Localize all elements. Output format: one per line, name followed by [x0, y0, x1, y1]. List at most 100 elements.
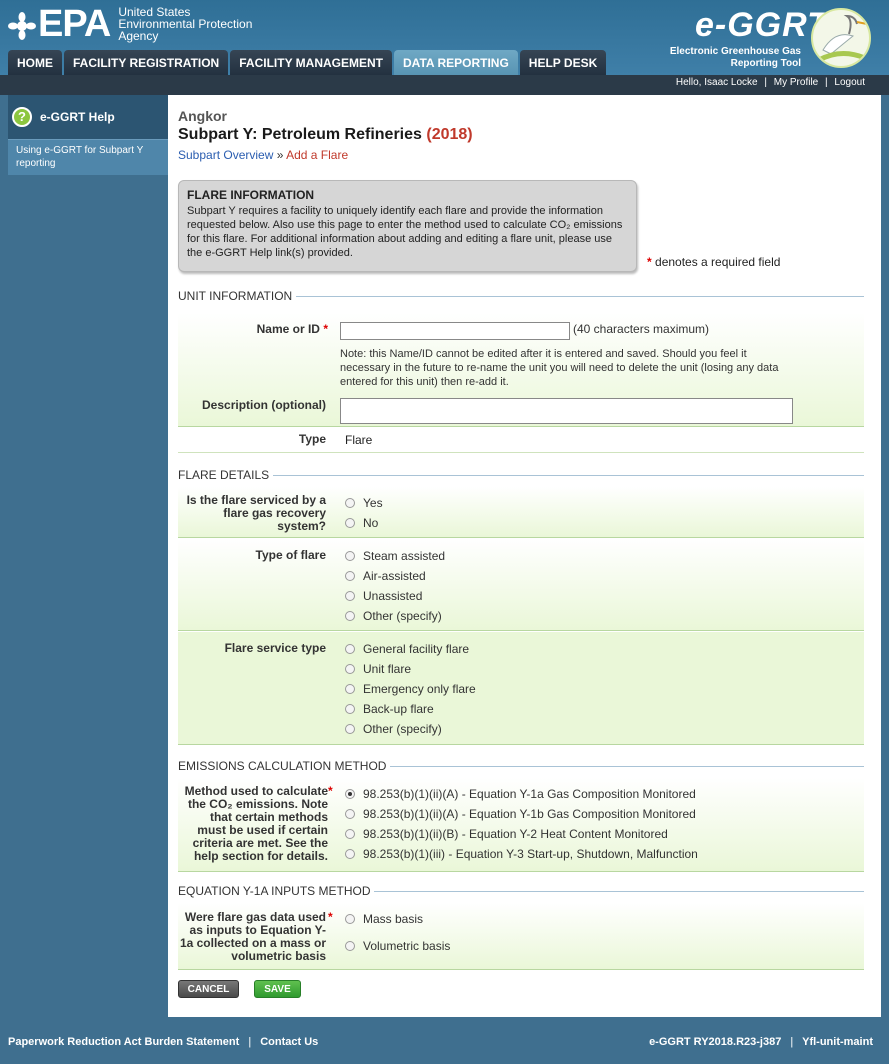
option-label: Unassisted	[363, 589, 423, 603]
name-hint: (40 characters maximum)	[573, 322, 710, 336]
epa-text: EPA	[38, 3, 111, 45]
flare-type-other[interactable]: Other (specify)	[345, 608, 442, 624]
flare-recovery-row: Is the flare serviced by a flare gas rec…	[178, 487, 864, 538]
flare-type-label: Type of flare	[255, 548, 326, 562]
method-option-y1a[interactable]: 98.253(b)(1)(ii)(A) - Equation Y-1a Gas …	[345, 786, 696, 802]
required-star-icon: *	[328, 910, 333, 924]
page-id-text: Yfl-unit-maint	[802, 1036, 873, 1048]
radio-button[interactable]	[345, 644, 355, 654]
option-label: General facility flare	[363, 642, 470, 656]
eggrt-wordmark: e-GGRT	[695, 6, 829, 44]
description-input[interactable]	[340, 398, 793, 424]
epa-logo[interactable]: EPA United States Environmental Protecti…	[8, 3, 252, 45]
radio-button-selected[interactable]	[345, 789, 355, 799]
basis-option-volumetric[interactable]: Volumetric basis	[345, 938, 450, 954]
name-note: Note: this Name/ID cannot be edited afte…	[340, 348, 779, 388]
tab-data-reporting[interactable]: DATA REPORTING	[394, 50, 518, 75]
recovery-option-yes[interactable]: Yes	[345, 495, 383, 511]
contact-us-link[interactable]: Contact Us	[260, 1036, 318, 1048]
radio-button[interactable]	[345, 684, 355, 694]
agency-name: United States Environmental Protection A…	[118, 6, 252, 42]
required-note-text: denotes a required field	[655, 255, 781, 269]
eggrt-logo[interactable]: e-GGRT Electronic Greenhouse Gas Reporti…	[661, 6, 871, 72]
cancel-button[interactable]: CANCEL	[178, 980, 239, 998]
required-star-icon: *	[323, 322, 328, 336]
help-header: ? e-GGRT Help	[8, 95, 168, 139]
radio-button[interactable]	[345, 914, 355, 924]
description-label: Description (optional)	[202, 398, 326, 412]
radio-button[interactable]	[345, 941, 355, 951]
radio-button[interactable]	[345, 611, 355, 621]
service-backup[interactable]: Back-up flare	[345, 701, 434, 717]
service-general[interactable]: General facility flare	[345, 641, 469, 657]
logout-link[interactable]: Logout	[834, 77, 865, 88]
breadcrumb-current: Add a Flare	[286, 148, 349, 162]
section-unit-information: UNIT INFORMATION	[178, 289, 864, 303]
burden-statement-link[interactable]: Paperwork Reduction Act Burden Statement	[8, 1036, 239, 1048]
option-label: Other (specify)	[363, 722, 442, 736]
egret-bird-icon	[811, 8, 871, 68]
eggrt-subtitle-line-1: Electronic Greenhouse Gas	[669, 46, 801, 57]
radio-button[interactable]	[345, 591, 355, 601]
flare-service-label: Flare service type	[224, 641, 326, 655]
service-unit[interactable]: Unit flare	[345, 661, 411, 677]
my-profile-link[interactable]: My Profile	[774, 77, 818, 88]
help-link-subpart-y[interactable]: Using e-GGRT for Subpart Y reporting	[8, 139, 168, 175]
radio-button[interactable]	[345, 664, 355, 674]
flare-type-air[interactable]: Air-assisted	[345, 568, 426, 584]
radio-button[interactable]	[345, 829, 355, 839]
method-option-y1b[interactable]: 98.253(b)(1)(ii)(A) - Equation Y-1b Gas …	[345, 806, 696, 822]
option-label: Air-assisted	[363, 569, 426, 583]
help-title: e-GGRT Help	[40, 110, 115, 124]
radio-button[interactable]	[345, 724, 355, 734]
breadcrumb-subpart-overview[interactable]: Subpart Overview	[178, 148, 273, 162]
tab-facility-management[interactable]: FACILITY MANAGEMENT	[230, 50, 393, 75]
user-bar: Hello, Isaac Locke | My Profile | Logout	[0, 75, 889, 95]
method-option-y3[interactable]: 98.253(b)(1)(iii) - Equation Y-3 Start-u…	[345, 846, 698, 862]
option-label: Other (specify)	[363, 609, 442, 623]
epa-wordmark: EPA	[8, 3, 111, 45]
save-button[interactable]: SAVE	[254, 980, 301, 998]
service-other[interactable]: Other (specify)	[345, 721, 442, 737]
radio-button[interactable]	[345, 518, 355, 528]
basis-option-mass[interactable]: Mass basis	[345, 911, 423, 927]
radio-button[interactable]	[345, 704, 355, 714]
tab-facility-registration[interactable]: FACILITY REGISTRATION	[64, 50, 229, 75]
equation-basis-row: Were flare gas data used as inputs to Eq…	[178, 903, 864, 970]
tab-home[interactable]: HOME	[8, 50, 62, 75]
main-content: Angkor Subpart Y: Petroleum Refineries (…	[168, 95, 881, 1017]
radio-button[interactable]	[345, 849, 355, 859]
flare-type-unassisted[interactable]: Unassisted	[345, 588, 422, 604]
site-footer: Paperwork Reduction Act Burden Statement…	[0, 1028, 889, 1056]
separator: |	[764, 77, 767, 88]
option-label: 98.253(b)(1)(iii) - Equation Y-3 Start-u…	[363, 847, 698, 861]
unit-name-row: Name or ID * (40 characters maximum) Not…	[178, 313, 864, 427]
page-title-text: Subpart Y: Petroleum Refineries	[178, 126, 422, 143]
radio-button[interactable]	[345, 809, 355, 819]
recovery-option-no[interactable]: No	[345, 515, 378, 531]
site-header: EPA United States Environmental Protecti…	[0, 0, 889, 75]
main-nav-tabs: HOME FACILITY REGISTRATION FACILITY MANA…	[8, 50, 608, 75]
flare-recovery-label: Is the flare serviced by a flare gas rec…	[186, 493, 326, 533]
radio-button[interactable]	[345, 498, 355, 508]
radio-button[interactable]	[345, 571, 355, 581]
section-title: EMISSIONS CALCULATION METHOD	[178, 759, 391, 773]
separator: |	[248, 1036, 252, 1048]
option-label: Yes	[363, 496, 383, 510]
option-label: 98.253(b)(1)(ii)(A) - Equation Y-1b Gas …	[363, 807, 696, 821]
option-label: Steam assisted	[363, 549, 446, 563]
option-label: Unit flare	[363, 662, 412, 676]
flare-service-row: Flare service type General facility flar…	[178, 632, 864, 745]
service-emergency[interactable]: Emergency only flare	[345, 681, 476, 697]
required-star-icon: *	[328, 784, 333, 798]
option-label: Back-up flare	[363, 702, 434, 716]
tab-help-desk[interactable]: HELP DESK	[519, 50, 607, 75]
name-input[interactable]	[340, 322, 570, 340]
radio-button[interactable]	[345, 551, 355, 561]
option-label: 98.253(b)(1)(ii)(B) - Equation Y-2 Heat …	[363, 827, 668, 841]
method-option-y2[interactable]: 98.253(b)(1)(ii)(B) - Equation Y-2 Heat …	[345, 826, 668, 842]
flare-type-steam[interactable]: Steam assisted	[345, 548, 445, 564]
type-label: Type	[298, 432, 326, 446]
method-label: Method used to calculate the CO₂ emissio…	[178, 785, 328, 863]
facility-name: Angkor	[178, 108, 227, 124]
